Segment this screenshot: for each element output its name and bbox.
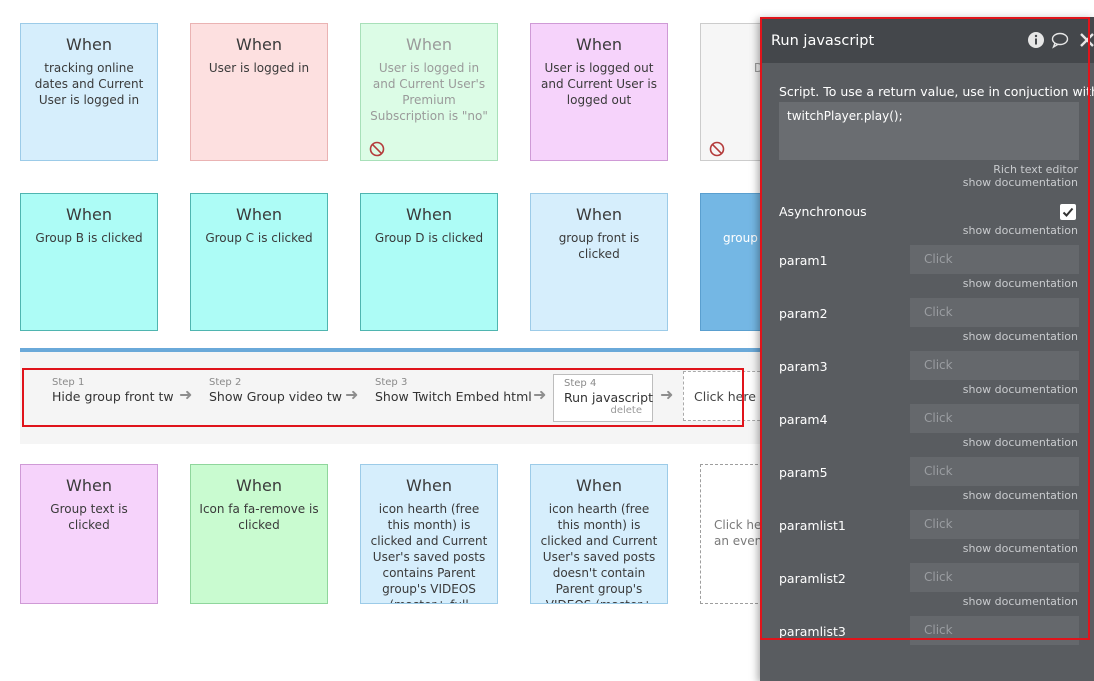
param5-label: param5 xyxy=(779,465,828,480)
step-number: Step 4 xyxy=(564,378,597,389)
event-card-tracking-online-dates[interactable]: When tracking online dates and Current U… xyxy=(20,23,158,161)
event-when-label: When xyxy=(236,476,282,495)
show-documentation-link[interactable]: show documentation xyxy=(963,542,1078,555)
checkmark-icon xyxy=(1062,207,1074,217)
show-documentation-link[interactable]: show documentation xyxy=(963,224,1078,237)
step-title: Show Group video tw xyxy=(209,389,342,404)
add-action-button[interactable]: Click here to add an action... xyxy=(683,371,765,421)
step-3[interactable]: Step 3 Show Twitch Embed html xyxy=(375,377,532,405)
step-2[interactable]: Step 2 Show Group video tw xyxy=(209,377,342,405)
event-when-label: When xyxy=(236,35,282,54)
script-input[interactable]: twitchPlayer.play(); xyxy=(779,102,1079,160)
event-card-icon-remove-clicked[interactable]: When Icon fa fa-remove is clicked xyxy=(190,464,328,604)
info-icon[interactable] xyxy=(1027,31,1045,49)
step-title: Hide group front tw xyxy=(52,389,174,404)
show-documentation-link[interactable]: show documentation xyxy=(963,277,1078,290)
event-card-group-c-clicked[interactable]: When Group C is clicked xyxy=(190,193,328,331)
event-card-hearth-contains[interactable]: When icon hearth (free this month) is cl… xyxy=(360,464,498,604)
event-when-label: When xyxy=(66,476,112,495)
comment-icon[interactable] xyxy=(1051,31,1069,49)
paramlist3-field[interactable]: Click xyxy=(910,616,1079,645)
delete-step-link[interactable]: delete xyxy=(610,405,642,416)
arrow-right-icon: ➜ xyxy=(179,385,193,404)
param5-field[interactable]: Click xyxy=(910,457,1079,486)
paramlist2-label: paramlist2 xyxy=(779,571,846,586)
step-number: Step 3 xyxy=(375,377,408,388)
param3-label: param3 xyxy=(779,359,828,374)
step-number: Step 1 xyxy=(52,377,85,388)
show-documentation-link[interactable]: show documentation xyxy=(963,489,1078,502)
param2-label: param2 xyxy=(779,306,828,321)
panel-header: Run javascript xyxy=(760,17,1094,63)
step-title: Run javascript xyxy=(564,390,653,405)
paramlist1-label: paramlist1 xyxy=(779,518,846,533)
event-when-label: When xyxy=(236,205,282,224)
event-description: User is logged in and Current User's Pre… xyxy=(370,61,488,123)
param4-field[interactable]: Click xyxy=(910,404,1079,433)
event-when-label: When xyxy=(66,35,112,54)
show-documentation-link[interactable]: show documentation xyxy=(963,383,1078,396)
event-when-label: When xyxy=(406,205,452,224)
event-card-user-logged-out[interactable]: When User is logged out and Current User… xyxy=(530,23,668,161)
event-card-user-logged-in[interactable]: When User is logged in xyxy=(190,23,328,161)
event-when-label: When xyxy=(66,205,112,224)
event-when-label: When xyxy=(406,476,452,495)
show-documentation-link[interactable]: show documentation xyxy=(963,436,1078,449)
ban-icon xyxy=(369,141,385,157)
paramlist1-field[interactable]: Click xyxy=(910,510,1079,539)
event-description: User is logged out and Current User is l… xyxy=(540,61,658,107)
event-description: icon hearth (free this month) is clicked… xyxy=(370,502,488,603)
step-4[interactable]: Step 4 Run javascript delete xyxy=(553,374,653,422)
event-description: tracking online dates and Current User i… xyxy=(34,61,144,107)
script-label: Script. To use a return value, use in co… xyxy=(779,84,1094,99)
arrow-right-icon: ➜ xyxy=(533,385,547,404)
event-description: Group B is clicked xyxy=(35,231,143,245)
event-card-group-d-clicked[interactable]: When Group D is clicked xyxy=(360,193,498,331)
param1-field[interactable]: Click xyxy=(910,245,1079,274)
paramlist3-label: paramlist3 xyxy=(779,624,846,639)
event-description: Group C is clicked xyxy=(205,231,313,245)
close-icon[interactable] xyxy=(1078,31,1094,49)
event-card-group-b-clicked[interactable]: When Group B is clicked xyxy=(20,193,158,331)
event-card-premium-subscription[interactable]: When User is logged in and Current User'… xyxy=(360,23,498,161)
param4-label: param4 xyxy=(779,412,828,427)
ban-icon xyxy=(709,141,725,157)
event-card-group-text-clicked[interactable]: When Group text is clicked xyxy=(20,464,158,604)
show-documentation-link[interactable]: show documentation xyxy=(963,176,1078,189)
param2-field[interactable]: Click xyxy=(910,298,1079,327)
event-description: icon hearth (free this month) is clicked… xyxy=(540,502,658,603)
event-description: Group D is clicked xyxy=(374,231,484,245)
param1-label: param1 xyxy=(779,253,828,268)
show-documentation-link[interactable]: show documentation xyxy=(963,595,1078,608)
event-description: Icon fa fa-remove is clicked xyxy=(199,502,319,532)
event-description: User is logged in xyxy=(208,61,310,75)
event-when-label: When xyxy=(576,476,622,495)
event-when-label: When xyxy=(576,35,622,54)
show-documentation-link[interactable]: show documentation xyxy=(963,330,1078,343)
step-number: Step 2 xyxy=(209,377,242,388)
event-when-label: When xyxy=(576,205,622,224)
asynchronous-label: Asynchronous xyxy=(779,204,867,219)
event-card-hearth-not-contains[interactable]: When icon hearth (free this month) is cl… xyxy=(530,464,668,604)
action-property-panel: Run javascript Script. To use a return v… xyxy=(760,17,1094,681)
step-1[interactable]: Step 1 Hide group front tw xyxy=(52,377,174,405)
rich-text-editor-link[interactable]: Rich text editor xyxy=(993,163,1078,176)
arrow-right-icon: ➜ xyxy=(345,385,359,404)
param3-field[interactable]: Click xyxy=(910,351,1079,380)
event-description: Group text is clicked xyxy=(50,502,128,532)
event-when-label: When xyxy=(406,35,452,54)
asynchronous-checkbox[interactable] xyxy=(1060,204,1076,220)
event-description: group front is clicked xyxy=(558,231,640,261)
arrow-right-icon: ➜ xyxy=(660,385,674,404)
event-card-group-front-clicked[interactable]: When group front is clicked xyxy=(530,193,668,331)
paramlist2-field[interactable]: Click xyxy=(910,563,1079,592)
panel-title: Run javascript xyxy=(771,33,875,49)
step-title: Show Twitch Embed html xyxy=(375,389,532,404)
